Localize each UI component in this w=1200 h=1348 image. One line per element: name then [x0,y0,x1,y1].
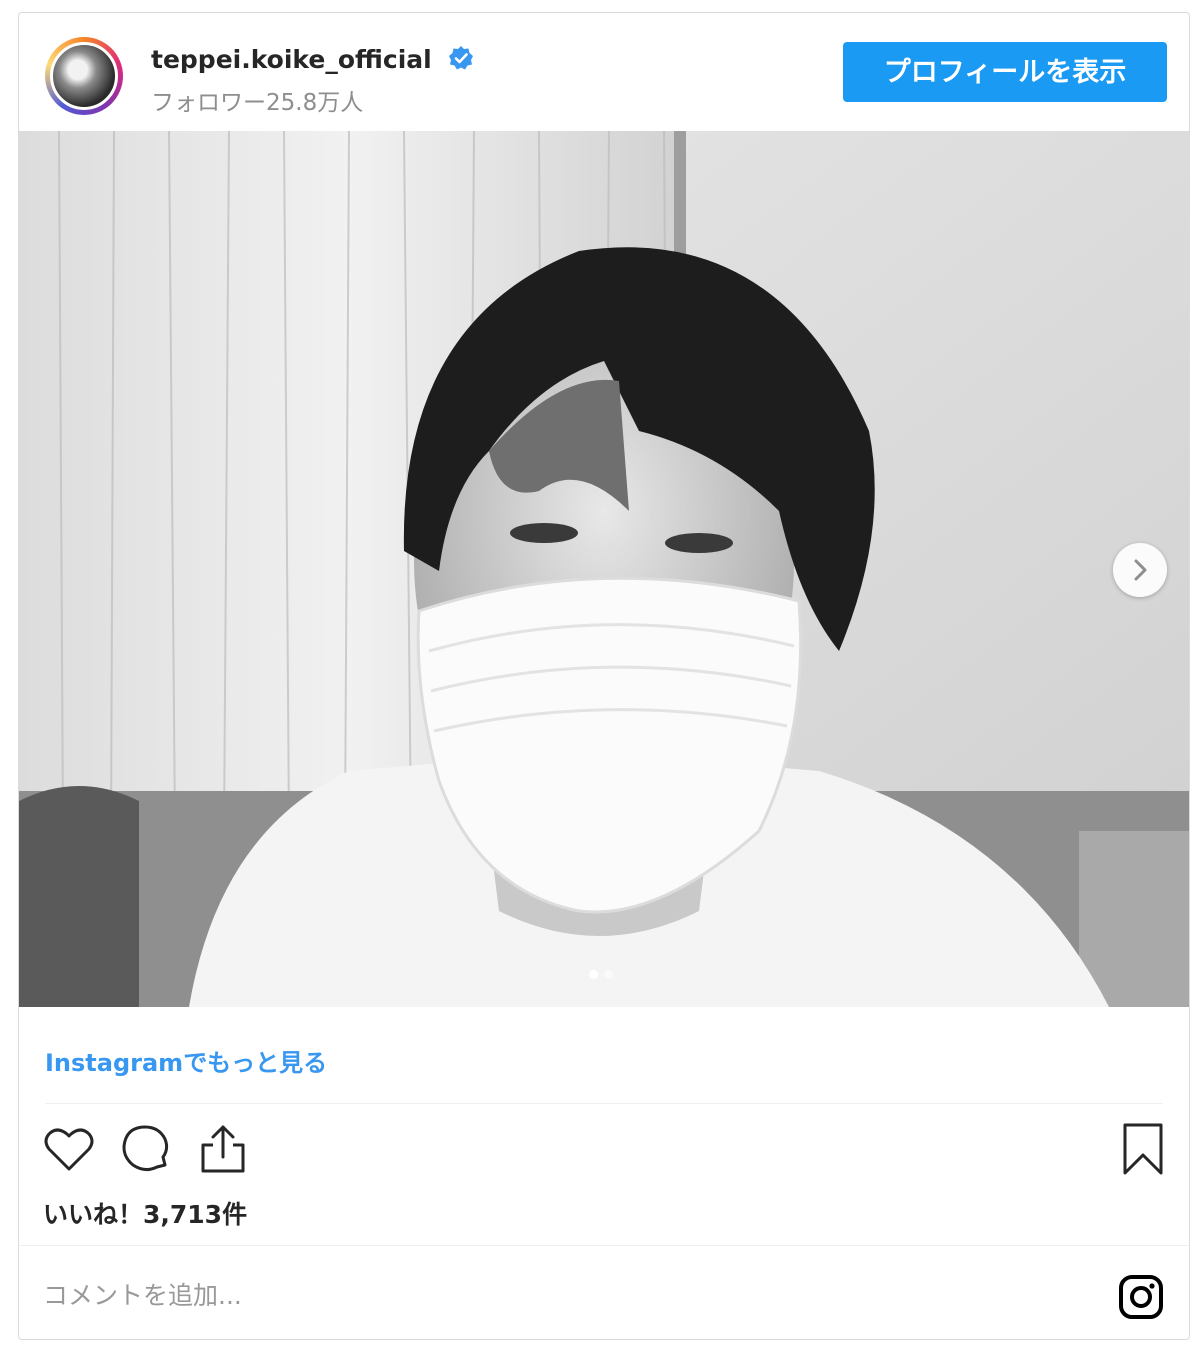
username-text[interactable]: teppei.koike_official [151,45,432,74]
action-bar [39,1121,1169,1181]
post-header: teppei.koike_official フォロワー25.8万人 プロフィール… [19,13,1189,131]
verified-badge-icon [448,45,474,77]
username[interactable]: teppei.koike_official [151,45,474,77]
follower-count: フォロワー25.8万人 [151,90,364,116]
post-photo[interactable] [19,131,1189,1007]
avatar[interactable] [45,37,123,115]
bookmark-icon[interactable] [1115,1121,1171,1181]
carousel-indicator [589,964,619,983]
chevron-right-icon [1134,559,1147,581]
share-icon[interactable] [195,1121,251,1181]
view-more-on-instagram-link[interactable]: Instagramでもっと見る [45,1043,327,1078]
carousel-dot [604,970,613,979]
instagram-embed-card: teppei.koike_official フォロワー25.8万人 プロフィール… [18,12,1190,1340]
view-profile-button[interactable]: プロフィールを表示 [843,42,1167,102]
comment-input[interactable] [43,1273,943,1317]
instagram-logo-icon[interactable] [1117,1273,1165,1325]
heart-icon[interactable] [41,1121,97,1181]
comment-icon[interactable] [117,1121,173,1181]
carousel-next-button[interactable] [1113,543,1167,597]
carousel-dot-active [589,970,598,979]
divider [45,1103,1163,1104]
photo-illustration [19,131,1189,1007]
divider [19,1245,1189,1246]
like-count: いいね！3,713件 [43,1200,248,1229]
avatar-image [50,42,118,110]
